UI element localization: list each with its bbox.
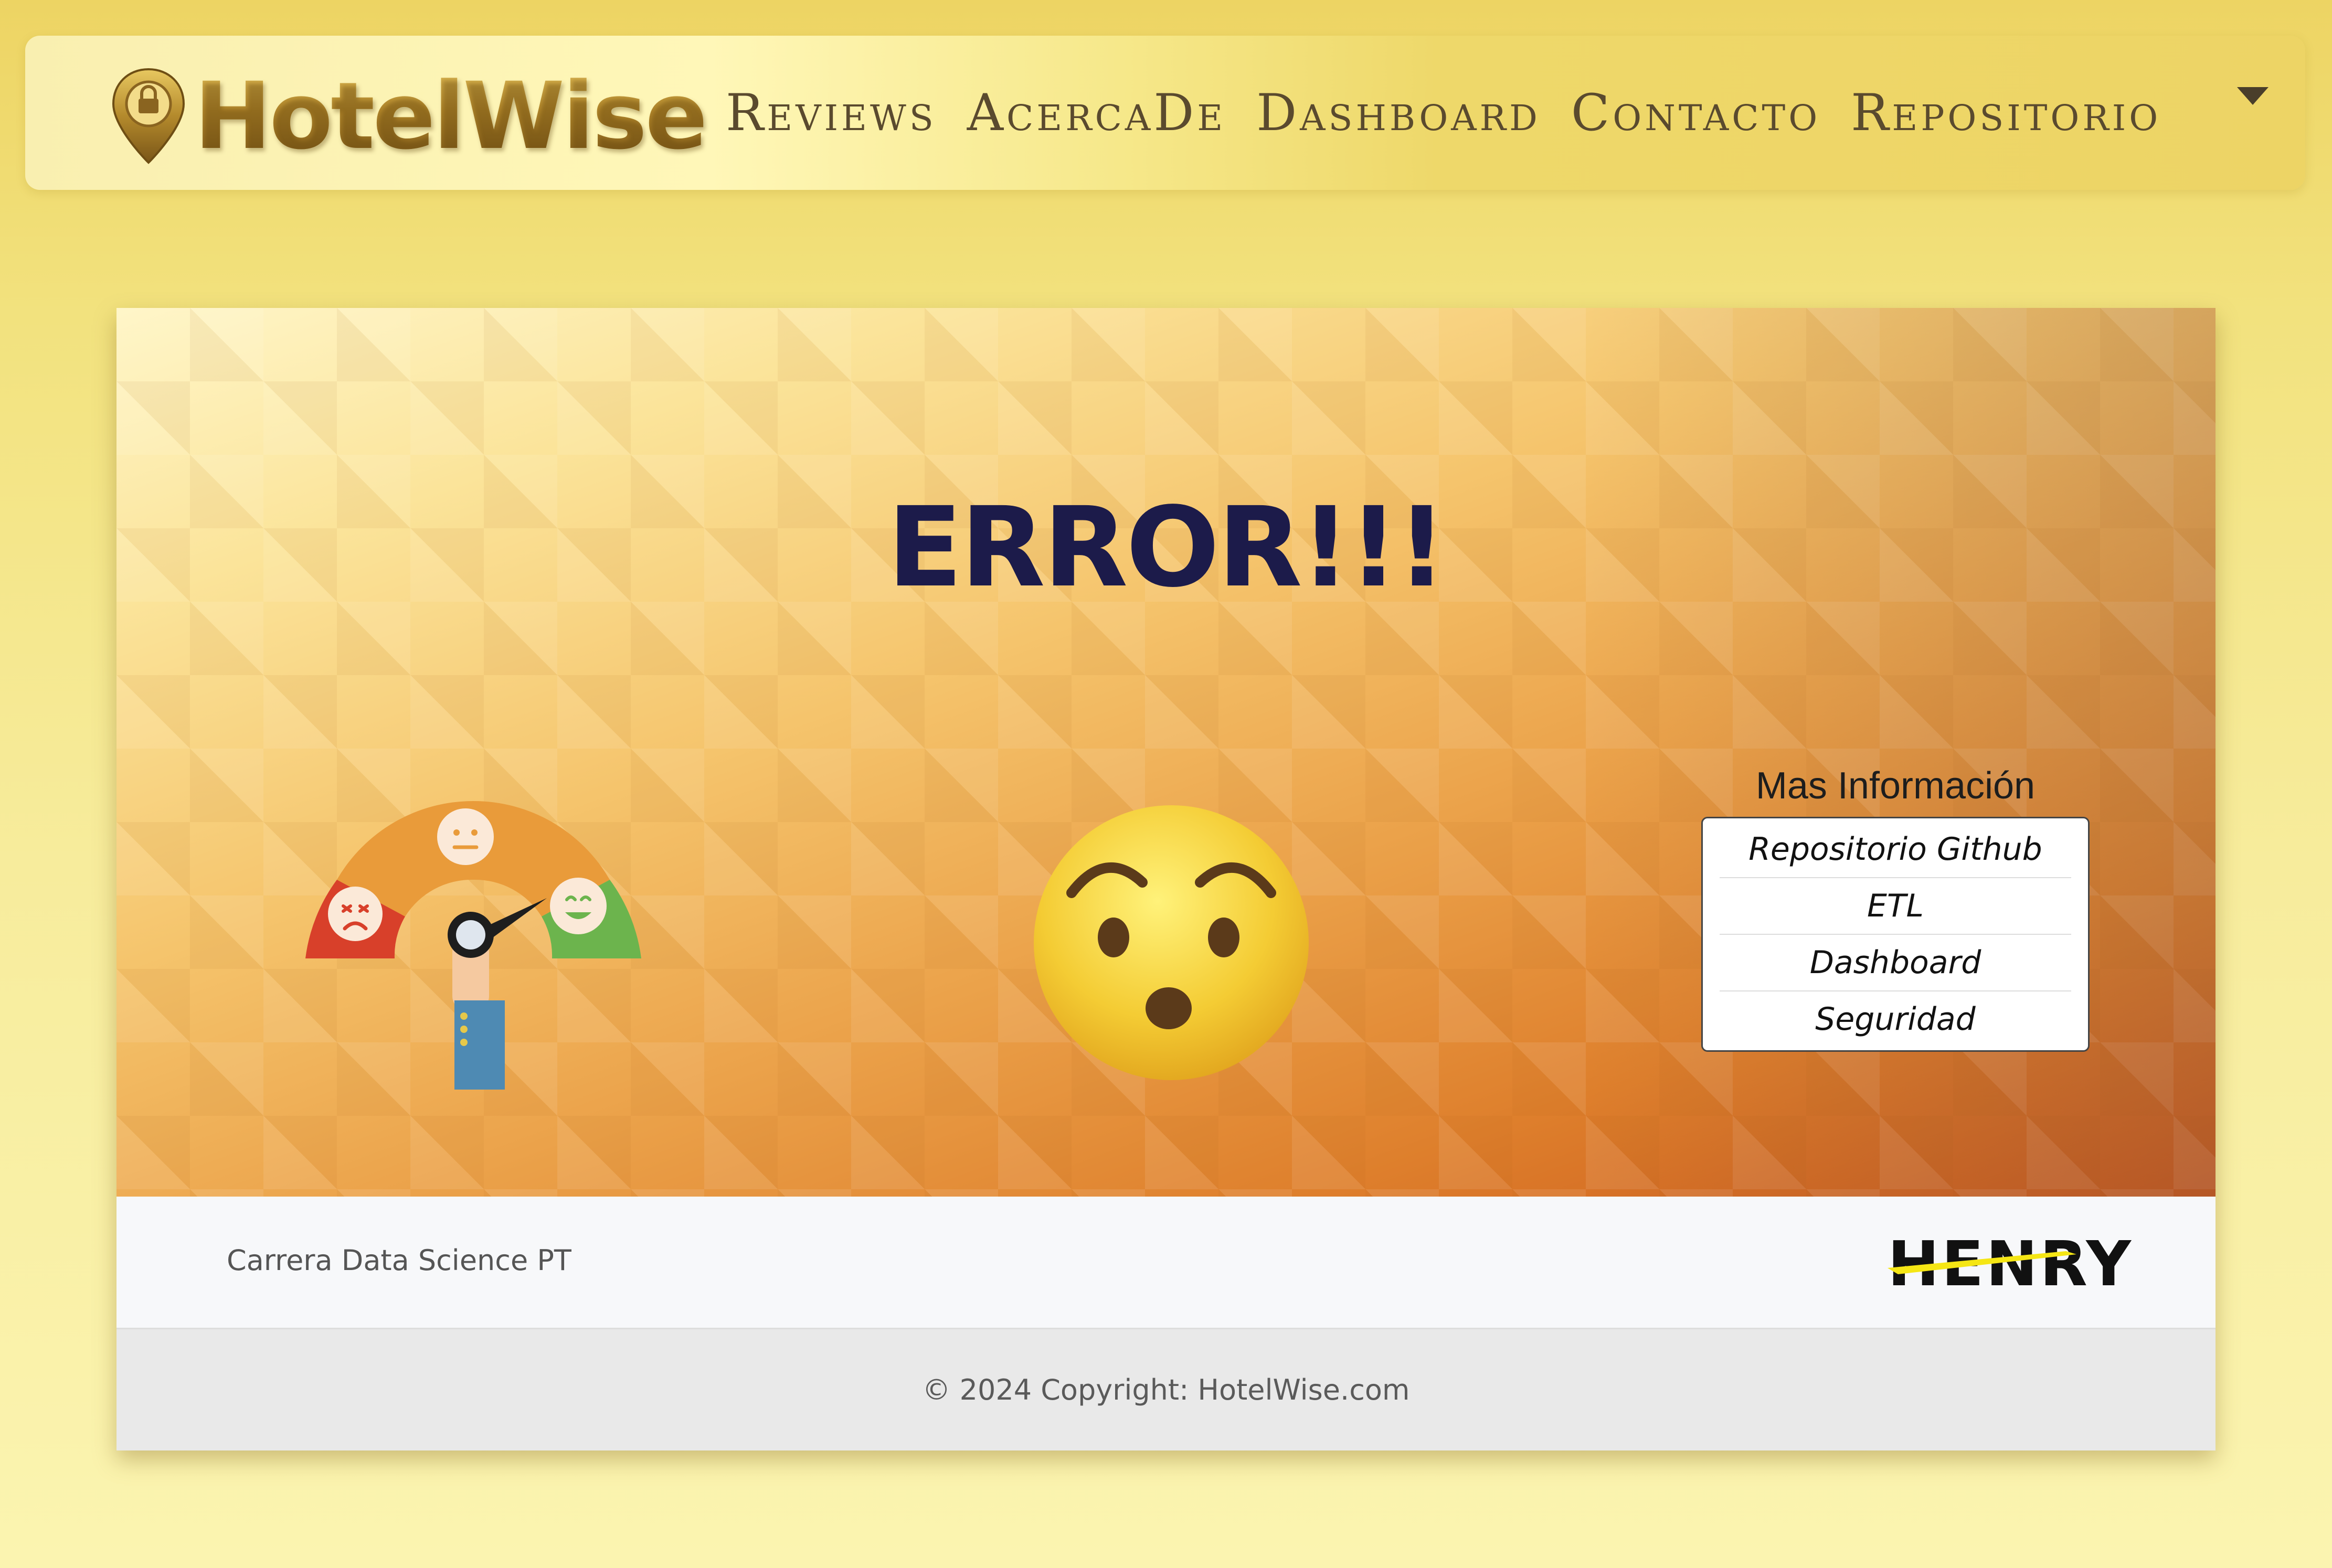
location-pin-icon [109, 66, 188, 166]
footer-copyright-bar: © 2024 Copyright: HotelWise.com [116, 1329, 2216, 1450]
navbar: HotelWise Reviews AcercaDe Dashboard Con… [25, 36, 2305, 190]
henry-logo[interactable]: HENRY [1888, 1228, 2166, 1300]
more-info-panel: Mas Información Repositorio Github ETL D… [1701, 764, 2090, 1052]
error-card: ERROR!!! Mas Información Repositorio Git… [116, 308, 2216, 1450]
nav-link-contacto[interactable]: Contacto [1571, 88, 1820, 138]
nav-link-reviews[interactable]: Reviews [726, 88, 937, 138]
nav-menu: Reviews AcercaDe Dashboard Contacto Repo… [726, 36, 2161, 190]
brand-logo-link[interactable]: HotelWise [109, 50, 708, 182]
link-repositorio-github[interactable]: Repositorio Github [1720, 822, 2071, 878]
hero-section: ERROR!!! Mas Información Repositorio Git… [116, 308, 2216, 1197]
link-etl[interactable]: ETL [1720, 878, 2071, 935]
dropdown-caret-icon[interactable] [2237, 87, 2269, 105]
copyright-text: © 2024 Copyright: HotelWise.com [922, 1373, 1410, 1406]
footer-info-bar: Carrera Data Science PT HENRY [116, 1197, 2216, 1329]
satisfaction-meter-illustration [295, 780, 652, 1105]
more-info-list: Repositorio Github ETL Dashboard Segurid… [1701, 817, 2090, 1052]
error-title: ERROR!!! [887, 483, 1447, 612]
nav-link-dashboard[interactable]: Dashboard [1256, 88, 1541, 138]
brand-name: HotelWise [194, 62, 708, 170]
hushed-face-emoji-icon [1030, 801, 1313, 1084]
nav-link-acercade[interactable]: AcercaDe [967, 88, 1226, 138]
henry-logo-text: HENRY [1888, 1235, 2133, 1293]
link-dashboard[interactable]: Dashboard [1720, 935, 2071, 991]
more-info-title: Mas Información [1755, 765, 2036, 807]
link-seguridad[interactable]: Seguridad [1720, 991, 2071, 1047]
nav-link-repositorio[interactable]: Repositorio [1851, 88, 2161, 138]
career-label: Carrera Data Science PT [227, 1244, 571, 1277]
